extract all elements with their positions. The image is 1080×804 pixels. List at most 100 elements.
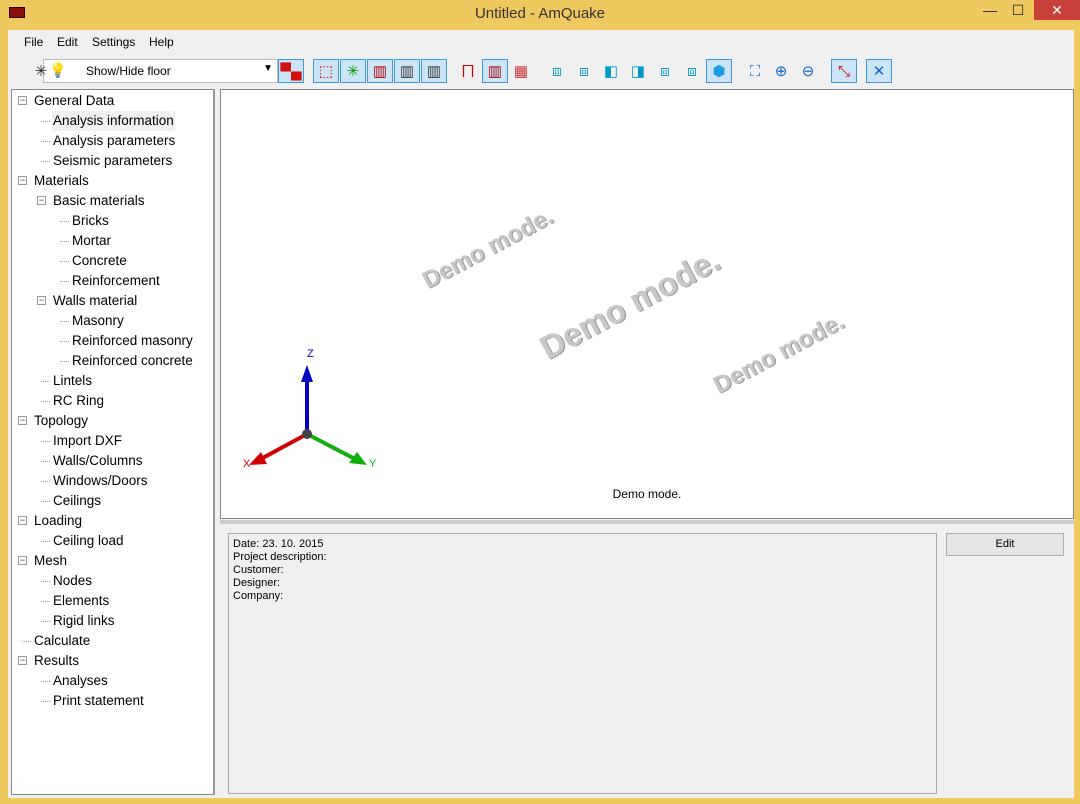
view-top-button[interactable]: ⧈	[652, 59, 678, 83]
tree-item[interactable]: Analysis information	[52, 111, 175, 131]
tree-item[interactable]: Calculate	[33, 631, 91, 651]
tree-item[interactable]: Bricks	[71, 211, 110, 231]
splitter[interactable]	[220, 520, 1074, 524]
close-button[interactable]: ✕	[1034, 0, 1080, 20]
menu-edit[interactable]: Edit	[57, 35, 78, 49]
axes-button[interactable]: ⤡	[831, 59, 857, 83]
view-front-button[interactable]: ⧈	[544, 59, 570, 83]
tree-item[interactable]: Seismic parameters	[52, 151, 173, 171]
collapse-toggle[interactable]: −	[18, 96, 27, 105]
floor-outline-icon: ⬚	[318, 63, 334, 80]
building-solid-button[interactable]: ▥	[482, 59, 508, 83]
collapse-toggle[interactable]: −	[18, 656, 27, 665]
axes-icon: ⤡	[837, 62, 850, 80]
y-label: Y	[369, 458, 377, 470]
tree-connector	[60, 241, 69, 242]
tree-item[interactable]: Elements	[52, 591, 110, 611]
tree-connector	[41, 141, 50, 142]
view-top-icon: ⧈	[660, 62, 670, 80]
tree-item[interactable]: Import DXF	[52, 431, 123, 451]
view-bottom-button[interactable]: ⧈	[679, 59, 705, 83]
project-tree[interactable]: − General Data Analysis information Analysi…	[11, 89, 215, 795]
x-label: X	[243, 458, 251, 470]
tree-item[interactable]: Concrete	[71, 251, 128, 271]
floor-outline-button[interactable]: ⬚	[313, 59, 339, 83]
tree-item[interactable]: Print statement	[52, 691, 145, 711]
tree-connector	[41, 161, 50, 162]
tree-connector	[60, 221, 69, 222]
view-back-button[interactable]: ⧈	[571, 59, 597, 83]
tree-item[interactable]: Nodes	[52, 571, 93, 591]
collapse-toggle[interactable]: −	[18, 516, 27, 525]
bug-button[interactable]: ✳	[28, 59, 54, 83]
tree-connector	[41, 381, 50, 382]
view-left-button[interactable]: ◧	[598, 59, 624, 83]
client-area: File Edit Settings Help 💡 Show/Hide floo…	[8, 30, 1074, 798]
cross-icon: ✕	[872, 63, 886, 80]
axes-gizmo	[249, 365, 367, 465]
walls-wire2-button[interactable]: ▥	[421, 59, 447, 83]
zoom-out-button[interactable]: ⊖	[795, 59, 821, 83]
tree-item[interactable]: Walls material	[52, 291, 138, 311]
view-iso-button[interactable]: ⬢	[706, 59, 732, 83]
tree-item[interactable]: Mortar	[71, 231, 112, 251]
tree-item[interactable]: Masonry	[71, 311, 125, 331]
show-hide-floor-dropdown[interactable]: 💡 Show/Hide floor ▼	[43, 59, 278, 83]
tree-item[interactable]: Analyses	[52, 671, 109, 691]
tree-connector	[41, 681, 50, 682]
tree-item[interactable]: Mesh	[33, 551, 68, 571]
view-right-button[interactable]: ◨	[625, 59, 651, 83]
cross-button[interactable]: ✕	[866, 59, 892, 83]
tree-item[interactable]: Reinforced concrete	[71, 351, 194, 371]
collapse-toggle[interactable]: −	[18, 416, 27, 425]
tree-item[interactable]: Windows/Doors	[52, 471, 149, 491]
tree-item[interactable]: Ceilings	[52, 491, 102, 511]
tree-connector	[41, 401, 50, 402]
building-wire-button[interactable]: ▦	[508, 59, 534, 83]
nodes-button[interactable]: ✳	[340, 59, 366, 83]
menu-bar: File Edit Settings Help	[8, 30, 1074, 54]
bricks-button[interactable]: ▀▄	[278, 59, 304, 83]
tree-connector	[41, 541, 50, 542]
minimize-button[interactable]: —	[976, 0, 1004, 20]
tree-item[interactable]: Topology	[33, 411, 89, 431]
tree-item[interactable]: Results	[33, 651, 80, 671]
tree-item[interactable]: Walls/Columns	[52, 451, 144, 471]
tree-connector	[22, 641, 31, 642]
tree-item[interactable]: Loading	[33, 511, 83, 531]
tree-connector	[41, 701, 50, 702]
frame-button[interactable]: ⨅	[455, 59, 481, 83]
tree-item[interactable]: Lintels	[52, 371, 93, 391]
tree-item[interactable]: Analysis parameters	[52, 131, 176, 151]
info-project-description: Project description:	[233, 551, 327, 563]
tree-item[interactable]: Rigid links	[52, 611, 116, 631]
tree-item[interactable]: Basic materials	[52, 191, 146, 211]
view-back-icon: ⧈	[579, 62, 589, 80]
zoom-fit-button[interactable]: ⛶	[742, 59, 768, 83]
menu-help[interactable]: Help	[149, 35, 174, 49]
walls-wire-button[interactable]: ▥	[394, 59, 420, 83]
tree-item[interactable]: Reinforcement	[71, 271, 161, 291]
maximize-button[interactable]: ☐	[1004, 0, 1032, 20]
collapse-toggle[interactable]: −	[37, 296, 46, 305]
z-label: Z	[307, 348, 314, 360]
edit-button[interactable]: Edit	[946, 533, 1064, 556]
walls-solid-button[interactable]: ▥	[367, 59, 393, 83]
zoom-in-button[interactable]: ⊕	[768, 59, 794, 83]
tree-item[interactable]: Materials	[33, 171, 90, 191]
tree-item[interactable]: Reinforced masonry	[71, 331, 194, 351]
collapse-toggle[interactable]: −	[18, 556, 27, 565]
tree-item[interactable]: RC Ring	[52, 391, 105, 411]
view-bottom-icon: ⧈	[687, 62, 697, 80]
tree-item[interactable]: Ceiling load	[52, 531, 125, 551]
nodes-icon: ✳	[346, 63, 360, 80]
menu-settings[interactable]: Settings	[92, 35, 135, 49]
collapse-toggle[interactable]: −	[37, 196, 46, 205]
tree-item[interactable]: General Data	[33, 91, 115, 111]
watermark: Demo mode.	[708, 307, 849, 400]
collapse-toggle[interactable]: −	[18, 176, 27, 185]
building-solid-icon: ▥	[487, 63, 503, 80]
menu-file[interactable]: File	[24, 35, 43, 49]
3d-view[interactable]: Demo mode. Demo mode. Demo mode. Z X Y D…	[220, 89, 1074, 519]
tree-connector	[41, 621, 50, 622]
